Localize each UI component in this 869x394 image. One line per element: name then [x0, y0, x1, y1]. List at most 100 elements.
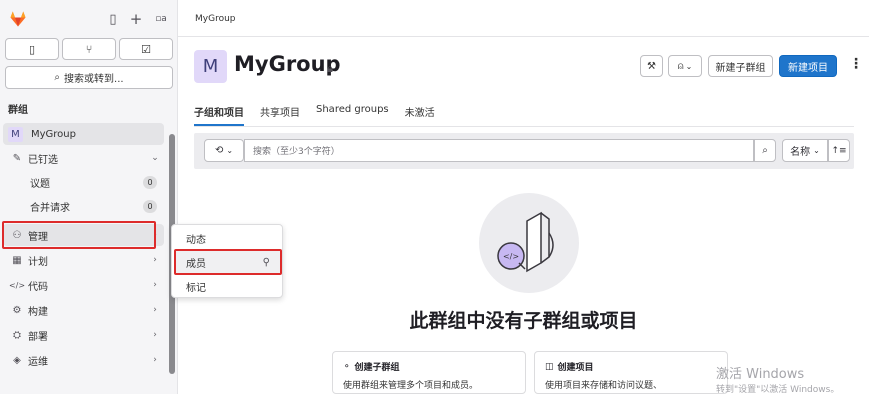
sidebar-item-label: MyGroup — [31, 128, 76, 140]
sidebar-item-build[interactable]: ⚙ 构建 › — [3, 299, 164, 321]
search-icon: ⌕ — [762, 145, 768, 156]
subgroup-icon: ⚬ — [343, 361, 351, 372]
sort-dropdown[interactable]: 名称 ⌄ — [782, 139, 828, 162]
empty-state-title: 此群组中没有子群组或项目 — [409, 310, 638, 332]
tab-inactive[interactable]: 未激活 — [405, 100, 435, 126]
project-icon: ◫ — [545, 361, 554, 372]
merge-request-icon: ⑂ — [85, 42, 93, 56]
tab-shared-groups[interactable]: Shared groups — [316, 100, 389, 126]
pin-icon: ✎ — [12, 152, 22, 164]
sidebar-toggle-icon[interactable]: ▯ — [105, 11, 121, 27]
breadcrumb[interactable]: MyGroup — [195, 14, 236, 24]
chevron-right-icon: › — [153, 330, 157, 340]
sidebar-item-code[interactable]: </> 代码 › — [3, 274, 164, 296]
rocket-icon: ⚙ — [12, 304, 22, 316]
windows-activation-watermark: 激活 Windows 转到"设置"以激活 Windows。 — [716, 363, 839, 394]
recent-searches-button[interactable]: ⟲ ⌄ — [204, 139, 244, 162]
merge-requests-button[interactable]: ⑂ — [62, 38, 116, 60]
count-badge: 0 — [143, 175, 157, 189]
calendar-icon: ▦ — [12, 254, 22, 266]
sidebar-item-label: 部署 — [28, 331, 48, 343]
history-icon: ⟲ — [214, 145, 224, 156]
filter-bar: ⟲ ⌄ 搜索（至少3个字符） ⌕ 名称 ⌄ ↑≡ — [194, 133, 854, 169]
avatar[interactable]: ▫ a — [151, 11, 171, 27]
sidebar-item-plan[interactable]: ▦ 计划 › — [3, 249, 164, 271]
divider — [178, 36, 869, 37]
sidebar-item-pinned[interactable]: ✎ 已钉选 ⌄ — [3, 147, 164, 169]
search-input[interactable]: 搜索（至少3个字符） — [244, 139, 754, 162]
chevron-right-icon: › — [153, 280, 157, 290]
bell-icon: ⍝ — [677, 60, 684, 72]
deploy-icon: ⛭ — [13, 329, 21, 341]
chevron-right-icon: › — [153, 305, 157, 315]
main-content: MyGroup M MyGroup 🔒︎ ⚒ ⍝ ⌄ 新建子群组 新建项目 ⋮ … — [178, 0, 869, 394]
sidebar-item-operate[interactable]: ◈ 运维 › — [3, 349, 164, 371]
sidebar-item-label: 代码 — [28, 281, 48, 293]
search-icon: ⌕ — [54, 72, 61, 83]
section-title: 群组 — [8, 105, 28, 116]
empty-state-illustration: </> — [479, 193, 579, 293]
shortcut-buttons: ▯ ⑂ ☑ — [5, 38, 173, 60]
create-project-card[interactable]: ◫ 创建项目 使用项目来存储和访问议题、 — [534, 351, 728, 394]
sort-direction-button[interactable]: ↑≡ — [828, 139, 850, 162]
page-title: MyGroup — [234, 52, 341, 76]
chevron-down-icon: ⌄ — [813, 146, 820, 155]
chevron-down-icon: ⌄ — [226, 146, 234, 155]
sidebar-item-manage[interactable]: ⚇ 管理 › — [3, 224, 164, 246]
monitor-icon: ◈ — [13, 354, 21, 366]
count-badge: 0 — [143, 199, 157, 213]
new-project-button[interactable]: 新建项目 — [779, 55, 837, 77]
create-subgroup-card[interactable]: ⚬ 创建子群组 使用群组来管理多个项目和成员。 — [332, 351, 526, 394]
tab-bar: 子组和项目 共享项目 Shared groups 未激活 — [194, 100, 435, 126]
todo-button[interactable]: ☑ — [119, 38, 173, 60]
card-title: 创建子群组 — [354, 363, 400, 373]
lock-icon: 🔒︎ — [327, 62, 333, 75]
todo-icon: ☑ — [141, 42, 151, 56]
sidebar-item-label: 已钉选 — [28, 154, 58, 166]
notifications-button[interactable]: ⍝ ⌄ — [668, 55, 702, 77]
more-actions-icon[interactable]: ⋮ — [849, 56, 863, 72]
sidebar-item-deploy[interactable]: ⛭ 部署 › — [3, 324, 164, 346]
users-icon: ⚇ — [12, 229, 22, 241]
chevron-down-icon: ⌄ — [685, 61, 693, 71]
chevron-down-icon: ⌄ — [151, 153, 159, 163]
sort-label: 名称 — [790, 147, 811, 158]
group-avatar: M — [8, 126, 23, 142]
sidebar-item-label: 计划 — [28, 256, 48, 268]
sidebar-item-label: 运维 — [28, 356, 48, 368]
sidebar-item-issues[interactable]: 议题 0 — [3, 171, 164, 193]
chevron-right-icon: › — [153, 355, 157, 365]
chevron-right-icon: › — [153, 230, 157, 240]
search-submit-button[interactable]: ⌕ — [754, 139, 776, 162]
app-root: ▯ + ▫ a ▯ ⑂ ☑ ⌕ 搜索或转到... 群组 M MyGroup ✎ 已… — [0, 0, 869, 394]
gitlab-logo[interactable] — [9, 10, 27, 28]
sidebar-item-mygroup[interactable]: M MyGroup — [3, 123, 164, 145]
new-subgroup-button[interactable]: 新建子群组 — [708, 55, 773, 77]
button-label: 新建项目 — [788, 62, 828, 74]
avatar-alt-text: a — [161, 14, 167, 24]
tab-subgroups-projects[interactable]: 子组和项目 — [194, 100, 244, 126]
issues-button[interactable]: ▯ — [5, 38, 59, 60]
sidebar: ▯ + ▫ a ▯ ⑂ ☑ ⌕ 搜索或转到... 群组 M MyGroup ✎ 已… — [0, 0, 178, 394]
button-label: 新建子群组 — [715, 62, 766, 74]
chevron-right-icon: › — [153, 255, 157, 265]
issues-icon: ▯ — [28, 42, 36, 56]
wrench-icon: ⚒ — [647, 60, 656, 72]
card-description: 使用群组来管理多个项目和成员。 — [343, 381, 479, 391]
divider — [194, 126, 854, 127]
settings-button[interactable]: ⚒ — [640, 55, 663, 77]
sidebar-item-merge-requests[interactable]: 合并请求 0 — [3, 195, 164, 217]
sidebar-item-label: 管理 — [28, 231, 48, 243]
card-description: 使用项目来存储和访问议题、 — [545, 381, 663, 391]
code-icon: </> — [8, 280, 26, 290]
tab-shared-projects[interactable]: 共享项目 — [260, 100, 300, 126]
search-label: 搜索或转到... — [64, 74, 124, 85]
folder-code-icon: </> — [497, 211, 554, 273]
search-button[interactable]: ⌕ 搜索或转到... — [5, 66, 173, 89]
sidebar-item-label: 合并请求 — [30, 202, 70, 214]
plus-icon[interactable]: + — [128, 10, 144, 28]
card-title: 创建项目 — [557, 363, 594, 373]
sidebar-header: ▯ + ▫ a — [0, 0, 178, 38]
group-avatar: M — [194, 50, 227, 83]
watermark-line1: 激活 Windows — [716, 367, 805, 382]
